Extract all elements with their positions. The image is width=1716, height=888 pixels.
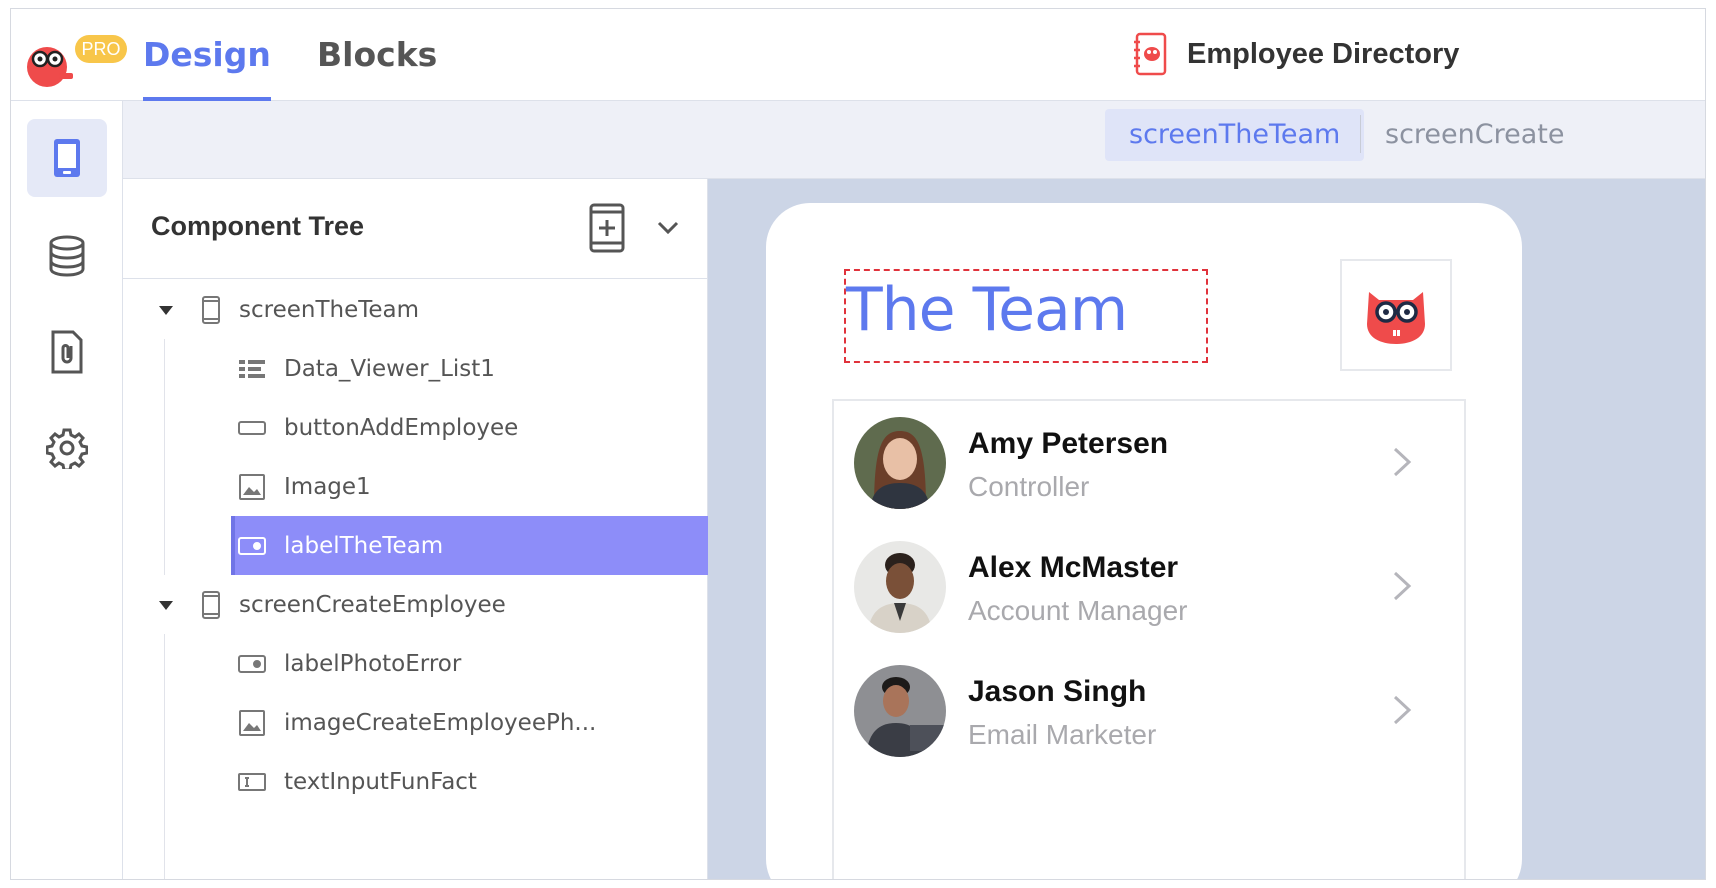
tab-design[interactable]: Design <box>143 35 271 101</box>
tree-row-label: labelTheTeam <box>284 532 444 559</box>
media-file-icon <box>51 330 83 374</box>
tree-row-label: Data_Viewer_List1 <box>284 355 495 382</box>
rail-settings-button[interactable] <box>27 409 107 487</box>
tree-row-label: Image1 <box>284 473 371 500</box>
employee-title: Email Marketer <box>968 719 1157 750</box>
avatar <box>854 417 946 509</box>
tree-row-screen-the-team[interactable]: screenTheTeam <box>123 280 708 339</box>
tree-header: Component Tree <box>123 179 708 279</box>
employee-title: Account Manager <box>968 595 1188 626</box>
text-input-icon <box>238 772 266 791</box>
mascot-icon <box>1367 292 1425 344</box>
tree-row-label-the-team[interactable]: labelTheTeam <box>231 516 708 575</box>
chevron-right-icon <box>1393 571 1412 601</box>
avatar <box>854 541 946 633</box>
chevron-right-icon <box>1393 695 1412 725</box>
tree-row-screen-create-employee[interactable]: screenCreateEmployee <box>123 575 708 634</box>
tree-row-label: screenTheTeam <box>239 296 420 323</box>
tree-row-text-input-fun-fact[interactable]: textInputFunFact <box>123 752 708 811</box>
data-viewer-list: Amy Petersen Controller Alex McMaster Ac… <box>832 399 1466 879</box>
add-screen-icon[interactable] <box>587 203 627 253</box>
tree-row-label: imageCreateEmployeePh... <box>284 709 597 736</box>
rail-screens-button[interactable] <box>27 119 107 197</box>
pro-badge: PRO <box>75 35 127 63</box>
tree-row-image1[interactable]: Image1 <box>123 457 708 516</box>
team-heading: The Team <box>846 275 1128 345</box>
address-book-icon <box>1134 32 1167 76</box>
employee-name: Jason Singh <box>968 675 1147 708</box>
thunkable-logo[interactable]: PRO <box>25 21 127 91</box>
list-item[interactable]: Alex McMaster Account Manager <box>834 525 1464 649</box>
screen-icon <box>54 139 80 177</box>
tree-row-button-add-employee[interactable]: buttonAddEmployee <box>123 398 708 457</box>
component-tree-panel: Component Tree screenTheTeam Data_Viewer… <box>123 179 708 879</box>
tab-screen-create[interactable]: screenCreate <box>1361 109 1588 161</box>
tree-row-label-photo-error[interactable]: labelPhotoError <box>123 634 708 693</box>
label-the-team-selected[interactable]: The Team <box>844 269 1208 363</box>
design-canvas: The Team Amy Petersen Controller Alex Mc… <box>708 179 1705 879</box>
button-icon <box>238 420 266 435</box>
image-icon <box>239 709 265 736</box>
app-window: PRO Design Blocks Employee Directory scr… <box>10 8 1706 880</box>
list-icon <box>239 359 265 378</box>
rail-media-button[interactable] <box>27 313 107 391</box>
label-icon <box>238 654 266 673</box>
image1-logo[interactable] <box>1340 259 1452 371</box>
phone-preview: The Team Amy Petersen Controller Alex Mc… <box>766 203 1522 879</box>
tree-row-image-create-employee-photo[interactable]: imageCreateEmployeePh... <box>123 693 708 752</box>
database-icon <box>49 235 85 277</box>
employee-name: Amy Petersen <box>968 427 1169 460</box>
caret-down-icon[interactable] <box>157 303 175 317</box>
tree-row-label: buttonAddEmployee <box>284 414 519 441</box>
tree-row-data-viewer-list[interactable]: Data_Viewer_List1 <box>123 339 708 398</box>
avatar <box>854 665 946 757</box>
app-title-group[interactable]: Employee Directory <box>1131 29 1459 79</box>
chevron-down-icon[interactable] <box>653 215 683 241</box>
tree-row-label: labelPhotoError <box>284 650 462 677</box>
list-item[interactable]: Amy Petersen Controller <box>834 401 1464 525</box>
gear-icon <box>46 428 88 469</box>
tree-row-label: textInputFunFact <box>284 768 477 795</box>
left-rail <box>11 101 123 879</box>
tab-blocks[interactable]: Blocks <box>317 35 437 101</box>
rail-data-button[interactable] <box>27 217 107 295</box>
top-bar: PRO Design Blocks Employee Directory <box>11 9 1705 101</box>
screen-icon <box>202 295 220 324</box>
image-icon <box>239 473 265 500</box>
chevron-right-icon <box>1393 447 1412 477</box>
caret-down-icon[interactable] <box>157 598 175 612</box>
list-item[interactable]: Jason Singh Email Marketer <box>834 649 1464 773</box>
screen-icon <box>202 590 220 619</box>
tree-row-label: screenCreateEmployee <box>239 591 506 618</box>
employee-name: Alex McMaster <box>968 551 1179 584</box>
tree-title: Component Tree <box>151 211 365 241</box>
tab-screen-the-team[interactable]: screenTheTeam <box>1105 109 1365 161</box>
employee-title: Controller <box>968 471 1090 502</box>
app-title: Employee Directory <box>1187 37 1460 70</box>
screen-tab-bar: screenTheTeam screenCreate <box>123 101 1705 179</box>
label-icon <box>238 536 266 555</box>
